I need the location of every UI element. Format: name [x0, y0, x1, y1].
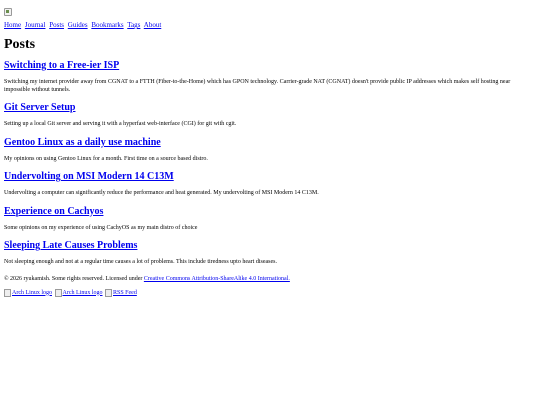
nav-home-link[interactable]: Home — [4, 21, 21, 29]
nav-bookmarks-link[interactable]: Bookmarks — [91, 21, 123, 29]
broken-image-icon — [4, 8, 12, 16]
post-summary: My opinions on using Gentoo Linux for a … — [4, 155, 208, 162]
rss-feed-badge-link[interactable]: RSS Feed — [105, 288, 137, 297]
nav-tags-link[interactable]: Tags — [127, 21, 140, 29]
nav-guides-link[interactable]: Guides — [68, 21, 88, 29]
post-title-link[interactable]: Experience on Cachyos — [4, 206, 103, 217]
post-summary: Undervolting a computer can significantl… — [4, 190, 319, 196]
post-title-link[interactable]: Sleeping Late Causes Problems — [4, 240, 137, 251]
footer-copyright: © 2026 ryukamish. Some rights reserved. … — [4, 275, 537, 283]
top-nav: Home Journal Posts Guides Bookmarks Tags… — [4, 21, 537, 29]
arch-linux-badge-link[interactable]: Arch Linux logo — [4, 288, 52, 297]
broken-image-icon — [4, 288, 11, 297]
post-summary: Setting up a local Git server and servin… — [4, 121, 237, 127]
post-summary: Not sleeping enough and not at a regular… — [4, 259, 277, 265]
site-logo[interactable] — [4, 3, 537, 21]
post-title-link[interactable]: Git Server Setup — [4, 102, 75, 113]
post-title-link[interactable]: Switching to a Free-ier ISP — [4, 60, 119, 71]
badge-alt-text: RSS Feed — [113, 289, 137, 296]
copyright-text: © 2026 ryukamish. Some rights reserved. … — [4, 275, 144, 282]
post-list: Switching to a Free-ier ISP Switching my… — [4, 60, 537, 267]
license-link[interactable]: Creative Commons Attribution-ShareAlike … — [144, 276, 290, 282]
nav-journal-link[interactable]: Journal — [25, 21, 46, 29]
post-summary: Switching my internet provider away from… — [4, 79, 511, 93]
page-title: Posts — [4, 37, 36, 52]
post-heading: Git Server Setup — [4, 102, 537, 114]
post-heading: Sleeping Late Causes Problems — [4, 240, 537, 252]
post-heading: Undervolting on MSI Modern 14 C13M — [4, 171, 537, 183]
post-item: Sleeping Late Causes Problems Not sleepi… — [4, 240, 537, 267]
post-summary: Some opinions on my experience of using … — [4, 224, 198, 231]
post-item: Undervolting on MSI Modern 14 C13M Under… — [4, 171, 537, 198]
arch-linux-badge-link[interactable]: Arch Linux logo — [54, 288, 103, 297]
post-item: Gentoo Linux as a daily use machine My o… — [4, 137, 537, 164]
broken-image-icon — [54, 288, 62, 297]
post-heading: Switching to a Free-ier ISP — [4, 60, 537, 72]
post-item: Experience on Cachyos Some opinions on m… — [4, 206, 537, 233]
badge-alt-text: Arch Linux logo — [62, 289, 103, 296]
post-title-link[interactable]: Gentoo Linux as a daily use machine — [4, 137, 161, 148]
post-item: Git Server Setup Setting up a local Git … — [4, 102, 537, 129]
post-item: Switching to a Free-ier ISP Switching my… — [4, 60, 537, 94]
nav-posts-link[interactable]: Posts — [49, 21, 64, 29]
post-heading: Experience on Cachyos — [4, 206, 537, 218]
broken-image-icon — [105, 288, 112, 297]
post-title-link[interactable]: Undervolting on MSI Modern 14 C13M — [4, 171, 174, 182]
nav-about-link[interactable]: About — [144, 21, 162, 29]
footer-badges: Arch Linux logo Arch Linux logo RSS Feed — [4, 288, 537, 300]
badge-alt-text: Arch Linux logo — [12, 289, 52, 296]
post-heading: Gentoo Linux as a daily use machine — [4, 137, 537, 149]
